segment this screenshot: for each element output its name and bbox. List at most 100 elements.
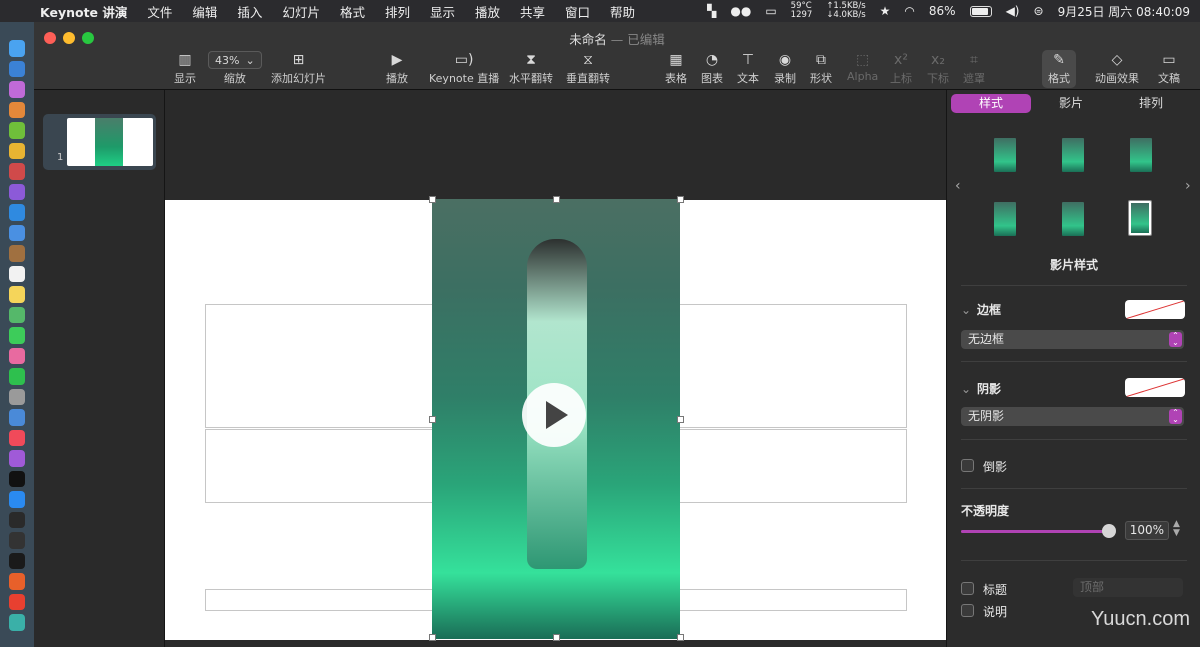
resize-handle[interactable] xyxy=(553,196,560,203)
notes-icon[interactable] xyxy=(9,286,25,303)
tab-movie[interactable]: 影片 xyxy=(1031,94,1111,113)
facetime-icon[interactable] xyxy=(9,368,25,385)
contacts-icon[interactable] xyxy=(9,245,25,262)
resize-handle[interactable] xyxy=(429,416,436,423)
table-button[interactable]: ▦ 表格 xyxy=(665,50,687,86)
menu-help[interactable]: 帮助 xyxy=(610,2,635,21)
app-purple-icon[interactable] xyxy=(9,183,25,200)
menu-app-name[interactable]: Keynote 讲演 xyxy=(40,2,127,21)
chrome-icon[interactable] xyxy=(9,142,25,159)
document-button[interactable]: ▭ 文稿 xyxy=(1158,50,1180,86)
zoom-select[interactable]: 43% ⌄ xyxy=(208,51,262,69)
shadow-style-select[interactable]: 无阴影 ⌃ ⌄ xyxy=(961,407,1184,426)
app-store-icon[interactable] xyxy=(9,491,25,508)
resize-handle[interactable] xyxy=(553,634,560,641)
music-icon[interactable] xyxy=(9,429,25,446)
movie-style-option[interactable] xyxy=(1062,202,1084,236)
caption-checkbox[interactable] xyxy=(961,604,974,617)
clock[interactable]: 9月25日 周六 08:40:09 xyxy=(1058,3,1190,20)
android-icon[interactable] xyxy=(9,122,25,139)
browser-icon[interactable] xyxy=(9,204,25,221)
chevron-left-icon[interactable]: ‹ xyxy=(955,178,961,194)
text-button[interactable]: ⊤ 文本 xyxy=(737,50,759,86)
movie-style-option[interactable] xyxy=(1062,138,1084,172)
tv-icon[interactable] xyxy=(9,470,25,487)
photos-icon[interactable] xyxy=(9,347,25,364)
slide-thumbnail-selected[interactable]: 1 xyxy=(43,114,156,170)
terminal-icon[interactable] xyxy=(9,511,25,528)
movie-style-option[interactable] xyxy=(994,138,1016,172)
keynote-icon[interactable] xyxy=(9,409,25,426)
launchpad-icon[interactable] xyxy=(9,101,25,118)
format-button[interactable]: ✎ 格式 xyxy=(1042,50,1076,88)
resize-handle[interactable] xyxy=(677,634,684,641)
yandex-icon[interactable] xyxy=(9,593,25,610)
app-red-icon[interactable] xyxy=(9,163,25,180)
tab-style[interactable]: 样式 xyxy=(951,94,1031,113)
border-style-select[interactable]: 无边框 ⌃ ⌄ xyxy=(961,330,1184,349)
network-speed-readout[interactable]: ↑1.5KB/s ↓4.0KB/s xyxy=(826,2,865,20)
menu-arrange[interactable]: 排列 xyxy=(385,2,410,21)
subscript-button[interactable]: x₂ 下标 xyxy=(927,50,949,86)
chevron-down-icon[interactable]: ⌄ xyxy=(961,382,971,396)
animate-button[interactable]: ◇ 动画效果 xyxy=(1095,50,1139,86)
console-icon[interactable] xyxy=(9,552,25,569)
display-status-icon[interactable]: ▭ xyxy=(765,4,776,18)
opacity-input[interactable]: 100% xyxy=(1125,521,1169,540)
star-status-icon[interactable]: ★ xyxy=(880,4,891,18)
chevron-down-icon[interactable]: ⌄ xyxy=(961,303,971,317)
finder-icon[interactable] xyxy=(9,40,25,57)
flip-vertical-button[interactable]: ⧖ 垂直翻转 xyxy=(566,50,610,86)
menu-view[interactable]: 显示 xyxy=(430,2,455,21)
add-slide-button[interactable]: ⊞ 添加幻灯片 xyxy=(271,50,326,86)
safari-icon[interactable] xyxy=(9,60,25,77)
resize-handle[interactable] xyxy=(429,196,436,203)
temperature-readout[interactable]: 59°C 1297 xyxy=(791,2,813,20)
mail-icon[interactable] xyxy=(9,224,25,241)
resize-handle[interactable] xyxy=(677,196,684,203)
menu-insert[interactable]: 插入 xyxy=(237,2,262,21)
grid-status-icon[interactable]: ▚ xyxy=(707,4,716,18)
slide-thumbnail[interactable] xyxy=(67,118,153,166)
menu-share[interactable]: 共享 xyxy=(520,2,545,21)
opacity-slider[interactable] xyxy=(961,524,1116,538)
flip-horizontal-button[interactable]: ⧗ 水平翻转 xyxy=(509,50,553,86)
stepper-icon[interactable]: ▲ ▼ xyxy=(1173,520,1180,538)
resize-handle[interactable] xyxy=(429,634,436,641)
calendar-icon[interactable] xyxy=(9,265,25,282)
record-button[interactable]: ◉ 录制 xyxy=(774,50,796,86)
keynote-live-button[interactable]: ▭) Keynote 直播 xyxy=(429,50,499,86)
menu-edit[interactable]: 编辑 xyxy=(192,2,217,21)
control-center-icon[interactable]: ⊜ xyxy=(1034,4,1044,18)
battery-percent[interactable]: 86% xyxy=(929,4,956,18)
shape-button[interactable]: ⧉ 形状 xyxy=(810,50,832,86)
movie-object[interactable] xyxy=(432,199,680,639)
dots-status-icon[interactable]: ●● xyxy=(730,4,751,18)
screenshot-icon[interactable] xyxy=(9,614,25,631)
messages-icon[interactable] xyxy=(9,327,25,344)
chart-button[interactable]: ◔ 图表 xyxy=(701,50,723,86)
brave-icon[interactable] xyxy=(9,573,25,590)
zoom-button[interactable]: 43% ⌄ 缩放 xyxy=(208,50,262,86)
menu-play[interactable]: 播放 xyxy=(475,2,500,21)
tab-arrange[interactable]: 排列 xyxy=(1111,94,1191,113)
mask-button[interactable]: ⌗ 遮罩 xyxy=(963,50,985,86)
reflection-checkbox[interactable] xyxy=(961,459,974,472)
alpha-button[interactable]: ⬚ Alpha xyxy=(847,50,878,83)
movie-style-option[interactable] xyxy=(994,202,1016,236)
play-button[interactable]: ▶ 播放 xyxy=(386,50,408,86)
title-position-select[interactable]: 顶部 xyxy=(1073,578,1183,597)
podcasts-icon[interactable] xyxy=(9,450,25,467)
wifi-icon[interactable]: ◠ xyxy=(904,4,914,18)
resize-handle[interactable] xyxy=(677,416,684,423)
movie-style-option[interactable] xyxy=(1130,138,1152,172)
superscript-button[interactable]: x² 上标 xyxy=(890,50,912,86)
menu-file[interactable]: 文件 xyxy=(147,2,172,21)
play-movie-button[interactable] xyxy=(522,383,586,447)
border-color-well[interactable] xyxy=(1125,300,1185,319)
maps-icon[interactable] xyxy=(9,306,25,323)
opacity-slider-knob[interactable] xyxy=(1102,524,1116,538)
menu-format[interactable]: 格式 xyxy=(340,2,365,21)
title-checkbox[interactable] xyxy=(961,582,974,595)
settings-icon[interactable] xyxy=(9,388,25,405)
